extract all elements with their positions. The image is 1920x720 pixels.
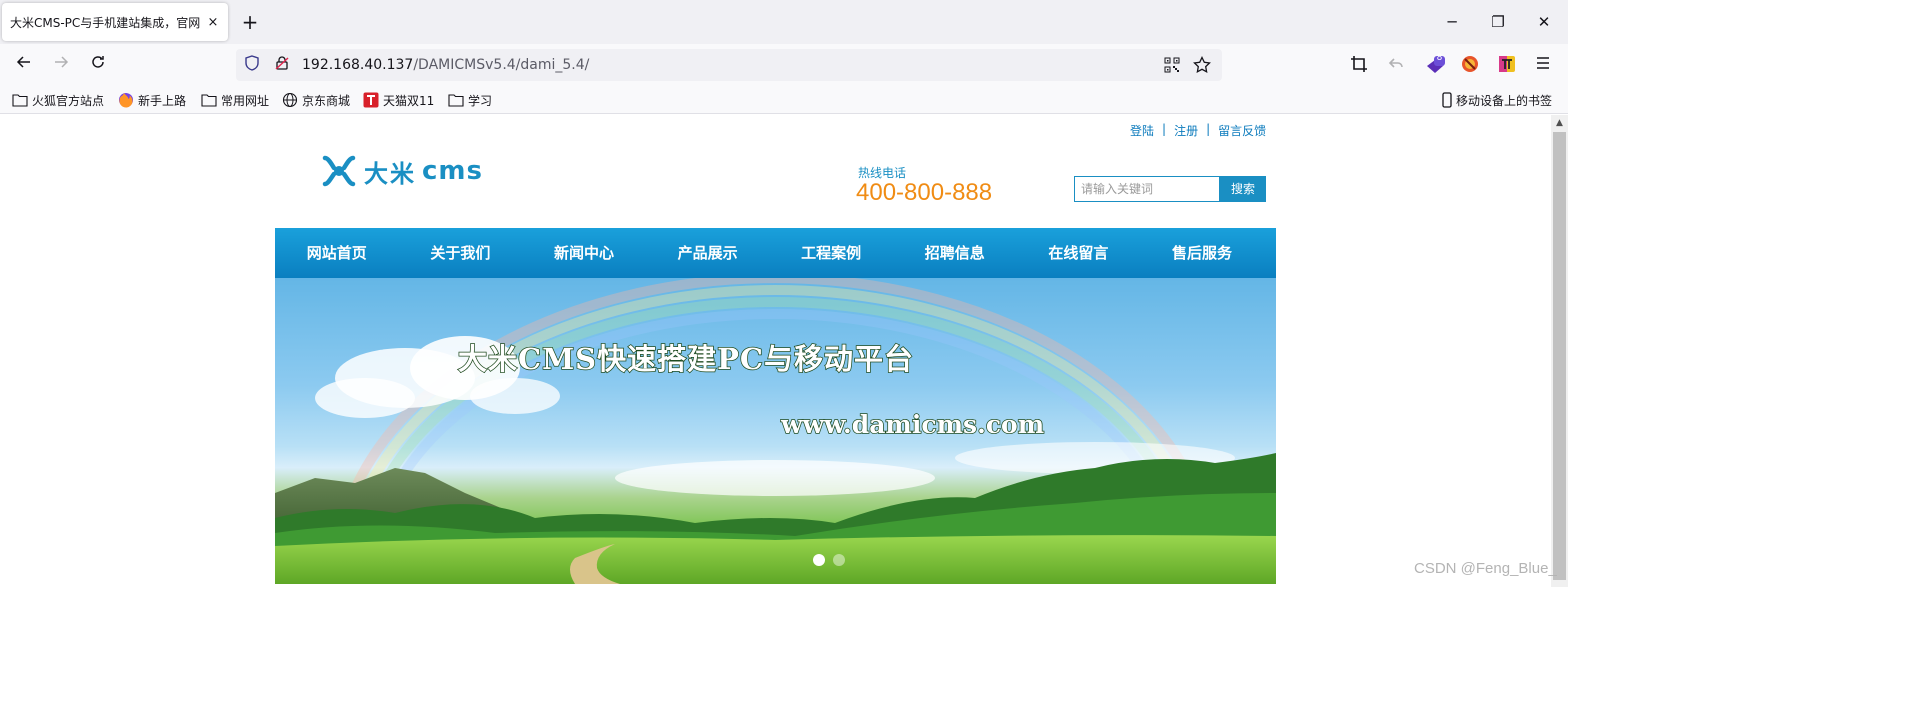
feedback-link[interactable]: 留言反馈 xyxy=(1218,122,1266,139)
hero-banner[interactable]: 大米CMS快速搭建PC与移动平台 www.damicms.com xyxy=(275,278,1276,584)
nav-item-products[interactable]: 产品展示 xyxy=(646,228,770,278)
tmall-icon xyxy=(363,92,379,108)
close-window-icon[interactable]: ✕ xyxy=(1529,8,1559,36)
nav-item-about[interactable]: 关于我们 xyxy=(399,228,523,278)
close-tab-icon[interactable]: × xyxy=(206,15,220,30)
slider-dot-1[interactable] xyxy=(813,554,825,566)
page-viewport: 登陆 | 注册 | 留言反馈 大米 cms 热线电话 400-800-888 搜… xyxy=(0,115,1551,587)
search-button[interactable]: 搜索 xyxy=(1220,176,1266,202)
extension-download-icon[interactable]: 8 xyxy=(1424,53,1445,75)
bookmark-item[interactable]: 天猫双11 xyxy=(363,91,434,109)
bookmark-label: 天猫双11 xyxy=(383,93,435,108)
top-links: 登陆 | 注册 | 留言反馈 xyxy=(1130,122,1266,139)
nav-item-service[interactable]: 售后服务 xyxy=(1140,228,1264,278)
nav-item-cases[interactable]: 工程案例 xyxy=(769,228,893,278)
bookmark-label: 火狐官方站点 xyxy=(32,93,105,108)
site-logo[interactable]: 大米 cms xyxy=(322,153,483,189)
nav-item-news[interactable]: 新闻中心 xyxy=(522,228,646,278)
new-tab-button[interactable]: + xyxy=(236,8,264,36)
folder-icon xyxy=(12,94,28,107)
qr-code-icon[interactable] xyxy=(1162,55,1182,75)
forward-button[interactable] xyxy=(47,51,75,79)
logo-text-cn: 大米 xyxy=(364,158,416,188)
tracking-protection-shield-icon[interactable] xyxy=(244,55,262,75)
login-link[interactable]: 登陆 xyxy=(1130,122,1154,139)
bookmarks-toolbar: 火狐官方站点 新手上路 常用网址 京东商城 天猫双11 学习 移动设备上的书签 xyxy=(0,86,1568,114)
bookmark-star-icon[interactable] xyxy=(1192,55,1212,75)
screenshot-crop-icon[interactable] xyxy=(1350,55,1370,75)
url-path: /DAMICMSv5.4/dami_5.4/ xyxy=(413,57,590,73)
search-input[interactable] xyxy=(1074,176,1220,202)
url-text[interactable]: 192.168.40.137/DAMICMSv5.4/dami_5.4/ xyxy=(302,57,1162,73)
globe-icon xyxy=(282,92,298,108)
reload-button[interactable] xyxy=(84,51,112,79)
vertical-scrollbar[interactable]: ▲ xyxy=(1551,115,1568,587)
forward-arrow-icon xyxy=(55,56,69,68)
back-arrow-icon xyxy=(16,56,30,68)
banner-headline: 大米CMS快速搭建PC与移动平台 xyxy=(457,341,915,377)
bookmark-label: 学习 xyxy=(468,93,493,108)
separator: | xyxy=(1162,122,1167,136)
url-host: 192.168.40.137 xyxy=(302,57,414,73)
undo-icon[interactable] xyxy=(1387,55,1407,75)
bookmark-item[interactable]: 新手上路 xyxy=(118,91,186,109)
mobile-device-icon xyxy=(1442,92,1452,108)
bookmark-label: 常用网址 xyxy=(221,93,270,108)
bookmark-item[interactable]: 火狐官方站点 xyxy=(12,91,104,109)
banner-url: www.damicms.com xyxy=(780,409,1045,440)
browser-tab[interactable]: 大米CMS-PC与手机建站集成，官网 × xyxy=(2,3,228,41)
adblock-extension-icon[interactable] xyxy=(1461,55,1481,75)
bookmark-item[interactable]: 京东商城 xyxy=(282,91,350,109)
back-button[interactable] xyxy=(10,51,38,79)
minimize-icon[interactable]: ─ xyxy=(1437,8,1467,36)
scroll-up-arrow-icon[interactable]: ▲ xyxy=(1551,115,1568,131)
extension-badge: 8 xyxy=(1436,53,1443,63)
bookmark-label: 京东商城 xyxy=(302,93,351,108)
scroll-thumb[interactable] xyxy=(1553,132,1566,580)
reload-icon xyxy=(92,56,104,68)
url-bar[interactable]: 192.168.40.137/DAMICMSv5.4/dami_5.4/ xyxy=(236,49,1222,81)
watermark: CSDN @Feng_Blue_ xyxy=(1414,560,1557,577)
main-nav: 网站首页 关于我们 新闻中心 产品展示 工程案例 招聘信息 在线留言 售后服务 xyxy=(275,228,1276,278)
bookmark-item[interactable]: 常用网址 xyxy=(201,91,269,109)
slider-dot-2[interactable] xyxy=(833,554,845,566)
insecure-lock-icon[interactable] xyxy=(274,55,290,75)
nav-item-home[interactable]: 网站首页 xyxy=(275,228,399,278)
folder-icon xyxy=(448,94,464,107)
banner-landscape xyxy=(275,278,1276,584)
tab-title: 大米CMS-PC与手机建站集成，官网 xyxy=(10,15,201,30)
bookmark-item[interactable]: 学习 xyxy=(448,91,492,109)
firefox-icon xyxy=(119,93,133,108)
mobile-bookmarks-label: 移动设备上的书签 xyxy=(1456,93,1553,108)
tab-bar: 大米CMS-PC与手机建站集成，官网 × + ─ ❐ ✕ xyxy=(0,0,1568,44)
restore-icon[interactable]: ❐ xyxy=(1483,8,1513,36)
logo-mark-icon xyxy=(322,155,356,187)
mobile-bookmarks[interactable]: 移动设备上的书签 xyxy=(1442,91,1552,109)
logo-text-en: cms xyxy=(422,156,483,186)
navigation-toolbar: 192.168.40.137/DAMICMSv5.4/dami_5.4/ 8 xyxy=(0,44,1568,86)
hamburger-menu-icon[interactable] xyxy=(1535,55,1555,75)
bookmark-label: 新手上路 xyxy=(138,93,187,108)
nav-item-jobs[interactable]: 招聘信息 xyxy=(893,228,1017,278)
hotline-number: 400-800-888 xyxy=(856,179,993,206)
nav-item-guestbook[interactable]: 在线留言 xyxy=(1017,228,1141,278)
separator: | xyxy=(1206,122,1211,136)
pi-extension-icon[interactable] xyxy=(1498,55,1518,75)
folder-icon xyxy=(201,94,217,107)
register-link[interactable]: 注册 xyxy=(1174,122,1198,139)
slider-dots xyxy=(813,554,853,566)
